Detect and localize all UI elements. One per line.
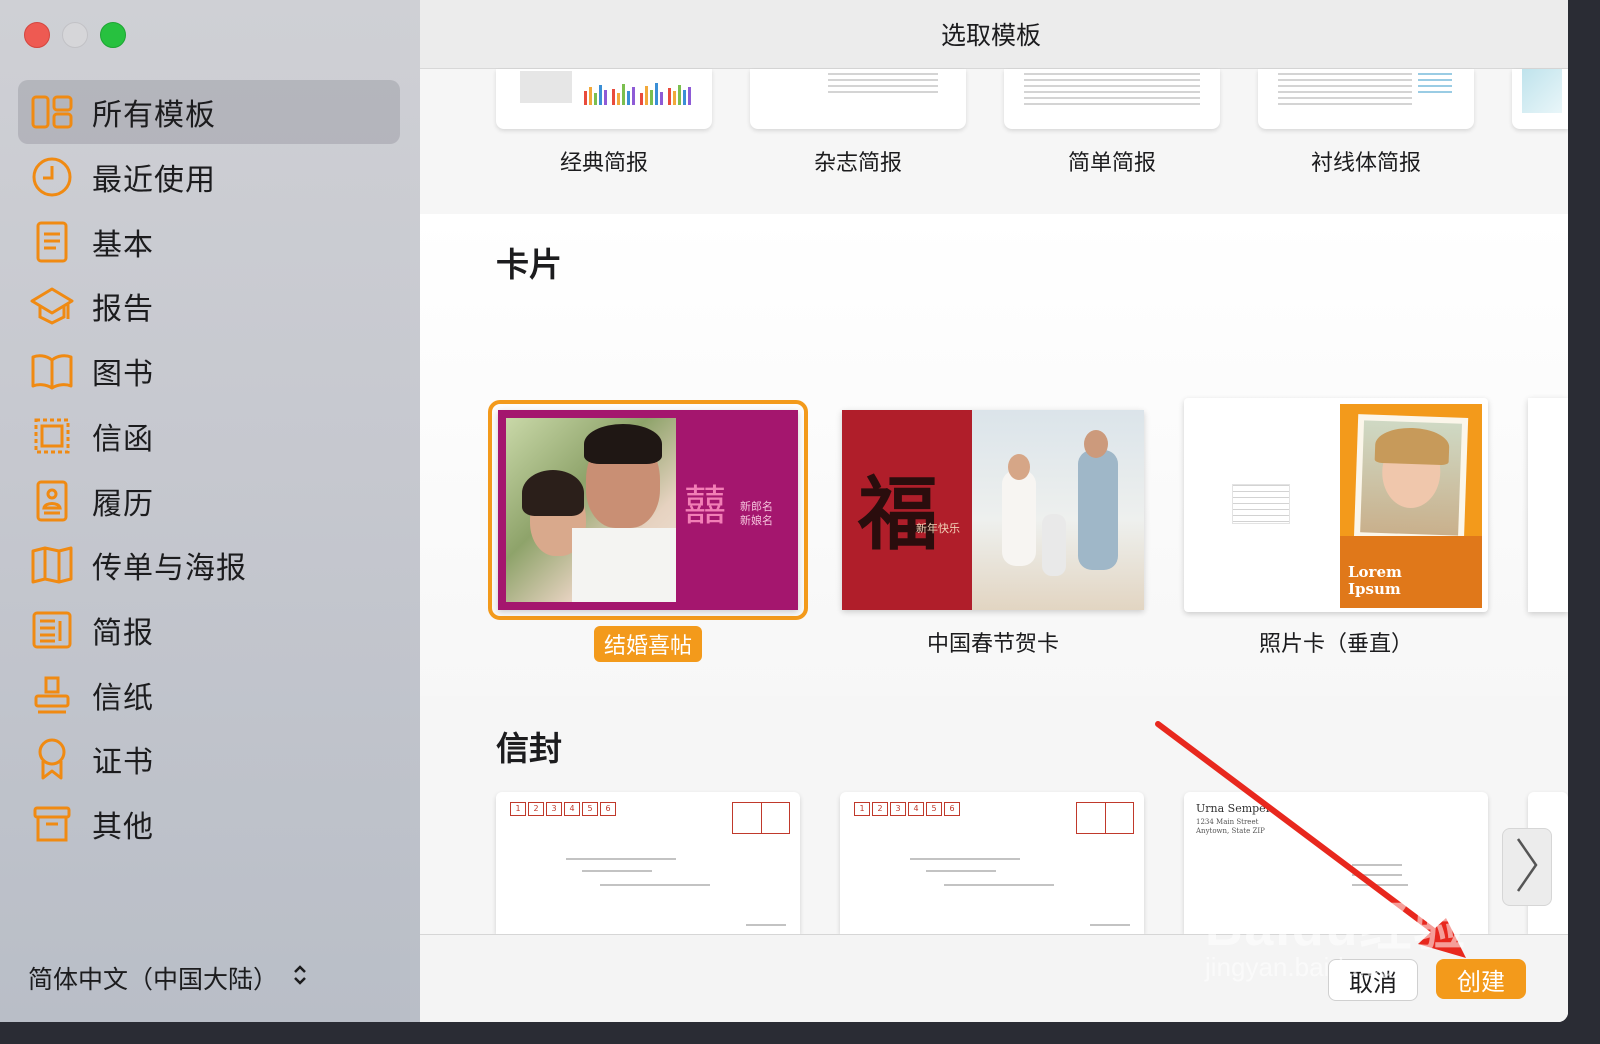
baidu-watermark: Baidu经验 <box>1205 899 1468 957</box>
annotation-arrow <box>1155 721 1466 958</box>
watermark-url: jingyan.baidu.com <box>1205 952 1415 982</box>
template-chooser-window: 所有模板 最近使用 基本 报告 图书 信函 履历 传单与海报 简报 信纸 证书 … <box>0 0 1568 1022</box>
